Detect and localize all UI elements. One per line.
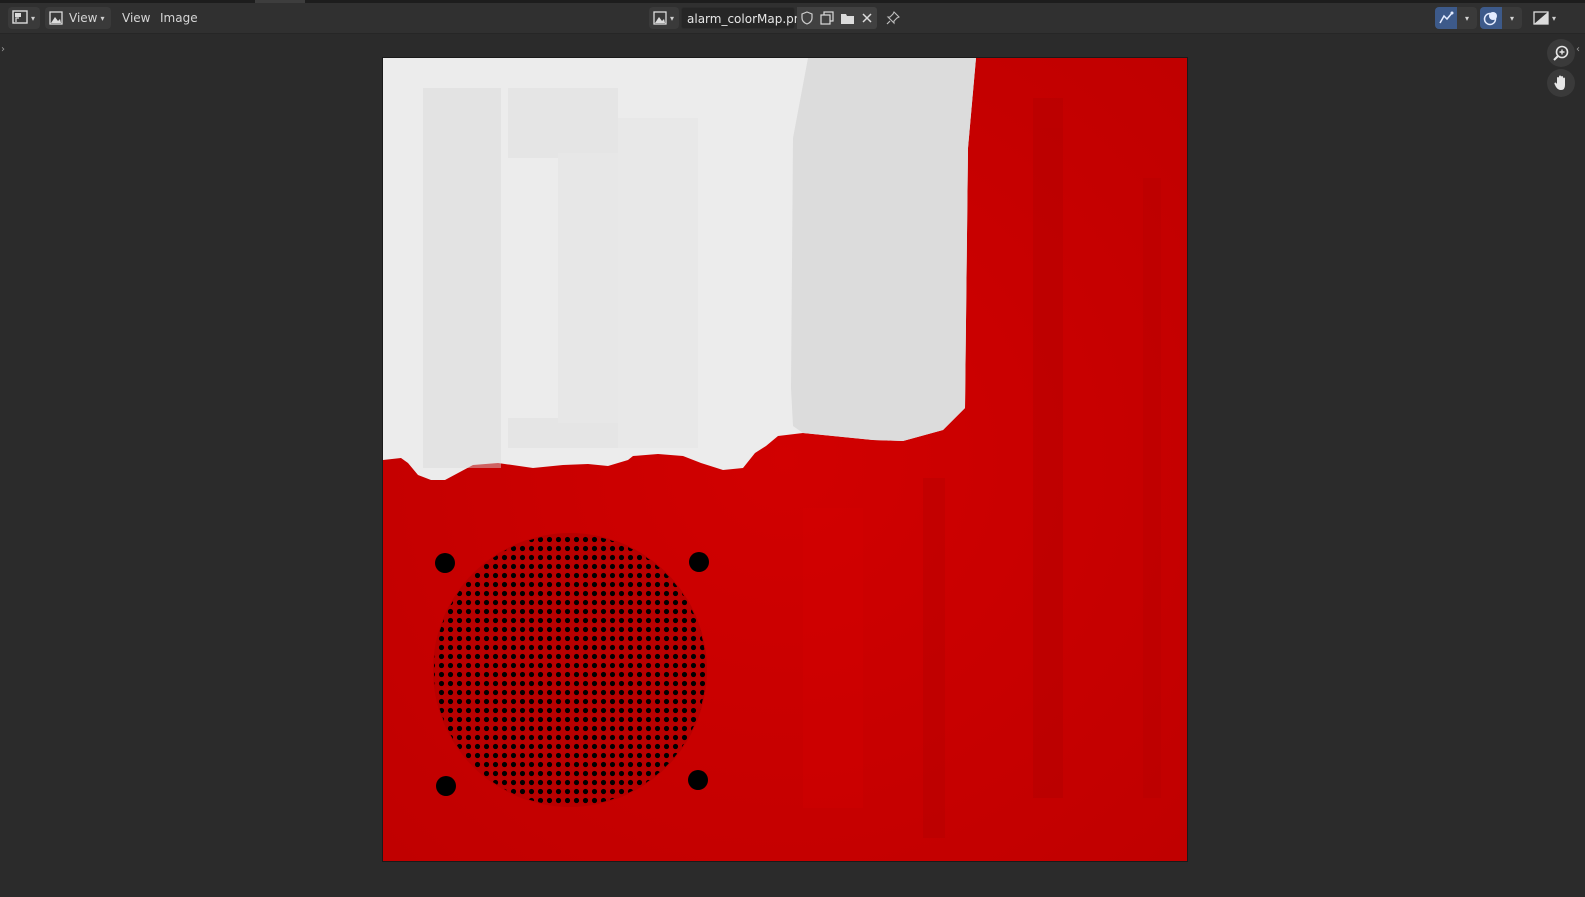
screw-hole	[688, 770, 708, 790]
zoom-icon	[1552, 44, 1570, 62]
chevron-down-icon[interactable]: ▾	[1502, 7, 1522, 29]
sidebar-expand-arrow[interactable]: ‹	[1576, 44, 1580, 55]
folder-icon	[840, 12, 855, 25]
menu-image[interactable]: Image	[154, 7, 204, 29]
shield-icon	[801, 11, 813, 25]
duplicate-image-button[interactable]	[817, 7, 837, 29]
image-browse-icon	[653, 11, 667, 25]
pan-button[interactable]	[1547, 69, 1575, 97]
display-channels-icon	[1533, 11, 1549, 25]
chevron-down-icon: ▾	[1552, 13, 1557, 23]
texture-image	[382, 57, 1188, 862]
menu-view[interactable]: View	[116, 7, 156, 29]
browse-image-button[interactable]: ▾	[649, 7, 679, 29]
open-image-button[interactable]	[837, 7, 857, 29]
chevron-down-icon: ▾	[670, 13, 675, 23]
gray-band	[791, 58, 976, 441]
hand-icon	[1553, 74, 1569, 92]
mode-dropdown[interactable]: View ▾	[45, 7, 111, 29]
duplicate-icon	[820, 11, 834, 25]
editor-header: ▾ View ▾ View Image ▾ alarm_colorMap.png	[0, 3, 1585, 34]
chevron-down-icon[interactable]: ▾	[1457, 7, 1477, 29]
gizmo-icon[interactable]	[1435, 7, 1457, 29]
screw-hole	[436, 776, 456, 796]
screw-hole	[689, 552, 709, 572]
image-name-field[interactable]: alarm_colorMap.png	[681, 7, 809, 29]
close-icon	[862, 13, 872, 23]
pin-button[interactable]	[883, 7, 903, 29]
overlay-toggle[interactable]: ▾	[1480, 7, 1522, 29]
mode-dropdown-label: View	[69, 11, 98, 25]
gizmo-toggle[interactable]: ▾	[1435, 7, 1477, 29]
editor-type-button[interactable]: ▾	[8, 7, 40, 29]
pin-icon	[886, 11, 900, 25]
speaker-grille	[434, 534, 706, 806]
unlink-image-button[interactable]	[857, 7, 877, 29]
chevron-down-icon: ▾	[31, 13, 36, 23]
display-channels-dropdown[interactable]: ▾	[1533, 7, 1565, 29]
image-icon	[49, 11, 63, 25]
chevron-down-icon: ▾	[100, 13, 105, 23]
screw-hole	[435, 553, 455, 573]
white-columns	[423, 88, 698, 468]
overlay-icon[interactable]	[1480, 7, 1502, 29]
fake-user-button[interactable]	[797, 7, 817, 29]
toolbar-expand-arrow[interactable]: ›	[1, 44, 5, 55]
image-editor-icon	[12, 9, 28, 27]
zoom-button[interactable]	[1547, 39, 1575, 67]
